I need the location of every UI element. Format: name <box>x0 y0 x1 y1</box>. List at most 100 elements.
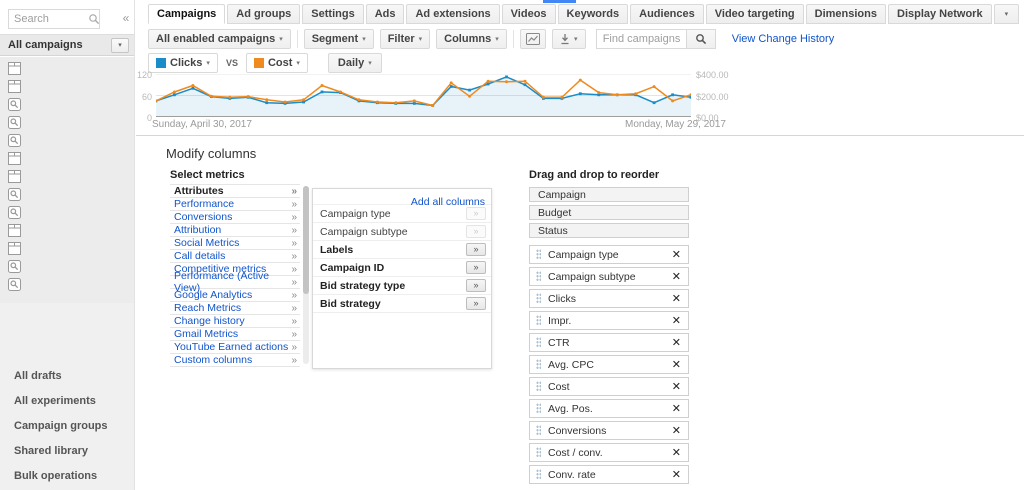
tab[interactable]: Ad groups <box>227 4 300 24</box>
view-change-history-link[interactable]: View Change History <box>732 33 835 45</box>
category-scrollbar[interactable] <box>303 186 309 364</box>
remove-column-button[interactable]: ✕ <box>672 270 681 283</box>
metric-category-item[interactable]: Conversions » <box>170 211 300 224</box>
draggable-column-item[interactable]: Clicks ✕ <box>529 289 689 308</box>
performance-chart: 060120$0.00$200.00$400.00 Sunday, April … <box>136 71 776 131</box>
drag-handle-icon[interactable] <box>536 447 541 458</box>
remove-column-button[interactable]: ✕ <box>672 380 681 393</box>
draggable-column-item[interactable]: Cost ✕ <box>529 377 689 396</box>
metric-category-item[interactable]: Performance » <box>170 198 300 211</box>
metric2-selector-button[interactable]: Cost ▾ <box>246 53 308 73</box>
search-campaign-icon[interactable] <box>8 260 21 273</box>
display-campaign-icon[interactable] <box>8 152 21 165</box>
tab[interactable]: Keywords <box>558 4 629 24</box>
search-campaign-icon[interactable] <box>8 188 21 201</box>
add-column-button[interactable]: » <box>466 225 486 238</box>
metric-category-item[interactable]: YouTube Earned actions » <box>170 341 300 354</box>
drag-handle-icon[interactable] <box>536 403 541 414</box>
remove-column-button[interactable]: ✕ <box>672 248 681 261</box>
more-tabs-button[interactable]: ▾ <box>994 4 1020 24</box>
display-campaign-icon[interactable] <box>8 62 21 75</box>
add-column-button[interactable]: » <box>466 207 486 220</box>
tab[interactable]: Video targeting <box>706 4 804 24</box>
drag-handle-icon[interactable] <box>536 337 541 348</box>
drag-handle-icon[interactable] <box>536 293 541 304</box>
metric-category-item[interactable]: Gmail Metrics » <box>170 328 300 341</box>
remove-column-button[interactable]: ✕ <box>672 336 681 349</box>
scrollbar-thumb[interactable] <box>303 186 309 294</box>
add-column-button[interactable]: » <box>466 279 486 292</box>
draggable-column-item[interactable]: Cost / conv. ✕ <box>529 443 689 462</box>
filter-button[interactable]: Filter▾ <box>380 29 430 49</box>
drag-handle-icon[interactable] <box>536 315 541 326</box>
draggable-column-item[interactable]: Campaign type ✕ <box>529 245 689 264</box>
add-column-button[interactable]: » <box>466 243 486 256</box>
find-campaigns-input[interactable] <box>596 29 686 49</box>
metric-category-item[interactable]: Attribution » <box>170 224 300 237</box>
search-campaign-icon[interactable] <box>8 206 21 219</box>
display-campaign-icon[interactable] <box>8 170 21 183</box>
metric-category-item[interactable]: Reach Metrics » <box>170 302 300 315</box>
metric-category-item[interactable]: Change history » <box>170 315 300 328</box>
metric-category-item[interactable]: Social Metrics » <box>170 237 300 250</box>
drag-handle-icon[interactable] <box>536 249 541 260</box>
tab[interactable]: Ads <box>366 4 405 24</box>
draggable-column-item[interactable]: CTR ✕ <box>529 333 689 352</box>
tab[interactable]: Campaigns <box>148 4 225 24</box>
columns-button[interactable]: Columns▾ <box>436 29 507 49</box>
metric-category-item[interactable]: Custom columns » <box>170 354 300 367</box>
drag-handle-icon[interactable] <box>536 271 541 282</box>
metric1-selector-button[interactable]: Clicks ▾ <box>148 53 218 73</box>
display-campaign-icon[interactable] <box>8 80 21 93</box>
remove-column-button[interactable]: ✕ <box>672 292 681 305</box>
tab[interactable]: Dimensions <box>806 4 886 24</box>
draggable-column-item[interactable]: Impr. ✕ <box>529 311 689 330</box>
search-campaign-icon[interactable] <box>8 134 21 147</box>
drag-handle-icon[interactable] <box>536 381 541 392</box>
tab[interactable]: Audiences <box>630 4 704 24</box>
remove-column-button[interactable]: ✕ <box>672 314 681 327</box>
add-column-button[interactable]: » <box>466 297 486 310</box>
draggable-column-item[interactable]: Conversions ✕ <box>529 421 689 440</box>
remove-column-button[interactable]: ✕ <box>672 402 681 415</box>
draggable-column-item[interactable]: Conv. rate ✕ <box>529 465 689 484</box>
interval-selector-button[interactable]: Daily ▾ <box>328 53 382 73</box>
metric-category-item[interactable]: Call details » <box>170 250 300 263</box>
all-campaigns-header[interactable]: All campaigns ▾ <box>0 34 134 56</box>
drag-handle-icon[interactable] <box>536 359 541 370</box>
sidebar-search-input[interactable] <box>8 9 100 29</box>
tab[interactable]: Ad extensions <box>406 4 499 24</box>
sidebar-nav-item[interactable]: Shared library <box>0 438 134 463</box>
sidebar-nav-item[interactable]: Bulk operations <box>0 463 134 488</box>
sidebar-nav-item[interactable]: All experiments <box>0 388 134 413</box>
tab[interactable]: Videos <box>502 4 556 24</box>
metric-category-item[interactable]: Performance (Active View) » <box>170 276 300 289</box>
draggable-column-item[interactable]: Campaign subtype ✕ <box>529 267 689 286</box>
remove-column-button[interactable]: ✕ <box>672 424 681 437</box>
remove-column-button[interactable]: ✕ <box>672 446 681 459</box>
tab[interactable]: Settings <box>302 4 363 24</box>
metric-category-item[interactable]: Attributes » <box>170 185 300 198</box>
sidebar-nav-item[interactable]: All drafts <box>0 363 134 388</box>
collapse-sidebar-button[interactable]: « <box>118 11 134 27</box>
campaign-scope-button[interactable]: All enabled campaigns▾ <box>148 29 291 49</box>
remove-column-button[interactable]: ✕ <box>672 358 681 371</box>
sidebar-nav-item[interactable]: Campaign groups <box>0 413 134 438</box>
chevron-down-icon[interactable]: ▾ <box>111 38 129 53</box>
remove-column-button[interactable]: ✕ <box>672 468 681 481</box>
find-search-button[interactable] <box>686 29 716 49</box>
drag-handle-icon[interactable] <box>536 425 541 436</box>
chart-toggle-button[interactable] <box>520 29 546 49</box>
draggable-column-item[interactable]: Avg. Pos. ✕ <box>529 399 689 418</box>
drag-handle-icon[interactable] <box>536 469 541 480</box>
segment-button[interactable]: Segment▾ <box>304 29 374 49</box>
display-campaign-icon[interactable] <box>8 224 21 237</box>
tab[interactable]: Display Network <box>888 4 992 24</box>
search-campaign-icon[interactable] <box>8 98 21 111</box>
add-column-button[interactable]: » <box>466 261 486 274</box>
search-campaign-icon[interactable] <box>8 116 21 129</box>
draggable-column-item[interactable]: Avg. CPC ✕ <box>529 355 689 374</box>
display-campaign-icon[interactable] <box>8 242 21 255</box>
search-campaign-icon[interactable] <box>8 278 21 291</box>
download-button[interactable]: ▾ <box>552 29 586 49</box>
